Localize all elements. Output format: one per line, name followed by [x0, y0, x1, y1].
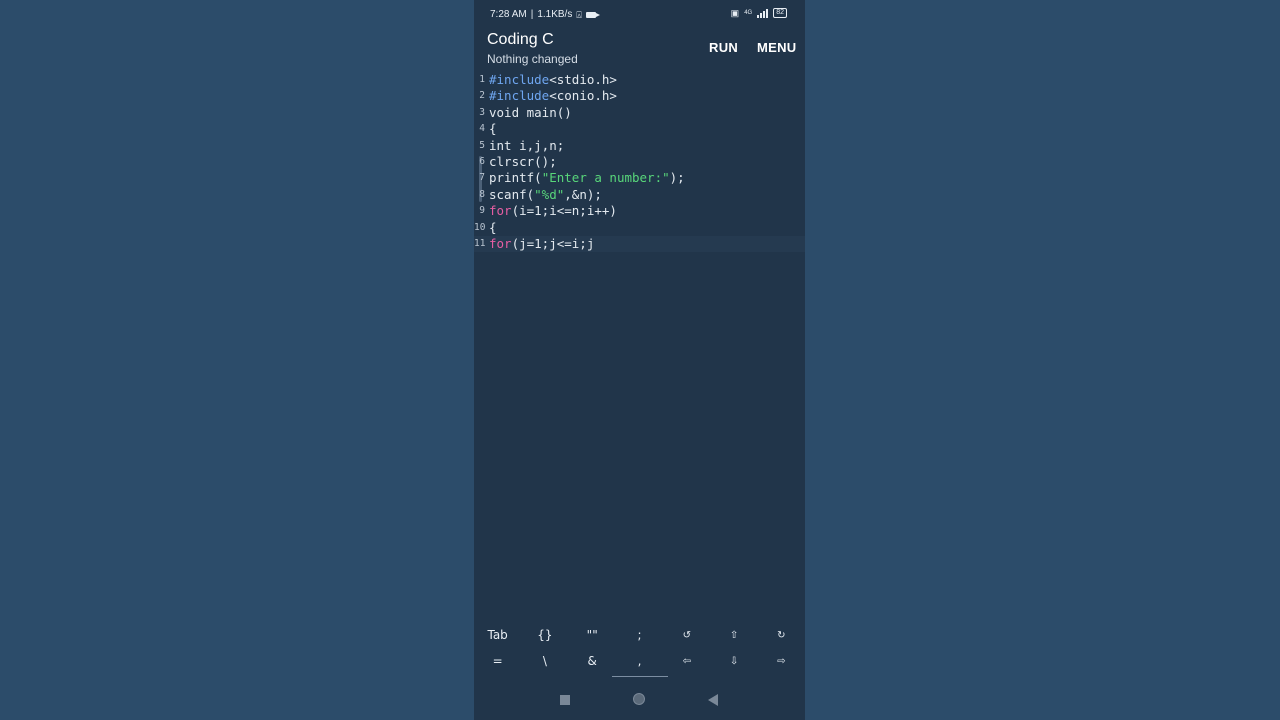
extra-key[interactable]: {}: [521, 622, 568, 648]
code-line[interactable]: 6 clrscr();: [474, 154, 805, 170]
extra-key[interactable]: ↻: [758, 622, 805, 648]
extra-key[interactable]: ⇦: [663, 648, 710, 674]
line-number: 10: [474, 221, 486, 233]
system-nav-bar: [474, 680, 805, 720]
extra-key[interactable]: ;: [616, 622, 663, 648]
battery-icon: 82: [773, 8, 787, 18]
status-left: 7:28 AM | 1.1KB/s ⍓: [490, 9, 600, 20]
code-line[interactable]: 2 #include<conio.h>: [474, 88, 805, 104]
code-token: for: [489, 235, 512, 251]
line-number: 7: [479, 172, 485, 184]
code-token: {: [489, 219, 497, 235]
line-number: 11: [474, 237, 486, 249]
line-number: 1: [479, 74, 485, 85]
line-number: 4: [479, 123, 485, 135]
extra-key[interactable]: =: [474, 648, 521, 674]
code-token: ,&n);: [564, 186, 602, 202]
code-token: #include: [489, 88, 550, 104]
code-text: for(j=1;j<=i;j: [489, 236, 594, 252]
code-token: int i,j,n;: [489, 137, 565, 153]
network-type-label: 4G: [744, 10, 753, 16]
code-text: scanf("%d",&n);: [489, 187, 602, 203]
code-token: (j=1;j<=i;j: [511, 235, 595, 251]
extra-key[interactable]: Tab: [474, 622, 521, 648]
code-text: clrscr();: [489, 154, 557, 170]
extra-keys-row-1: Tab{} ""; ↺ ⇧ ↻: [474, 622, 805, 648]
code-token: for: [489, 203, 512, 219]
line-number: 9: [479, 205, 485, 217]
extra-key[interactable]: ⇧: [710, 622, 757, 648]
phone-screen: 7:28 AM | 1.1KB/s ⍓ ▣ 4G 82 Coding C Not…: [474, 0, 805, 720]
file-status: Nothing changed: [487, 52, 578, 66]
code-token: (i=1;i<=n;i++): [511, 203, 617, 219]
extra-keys-row-2: = \ &, ⇦ ⇩ ⇨: [474, 648, 805, 674]
code-token: void main(): [489, 104, 572, 120]
menu-button[interactable]: MENU: [757, 40, 796, 55]
code-line[interactable]: 4{: [474, 121, 805, 137]
code-token: #include: [489, 72, 550, 87]
network-speed: 1.1KB/s: [537, 9, 573, 20]
status-time: 7:28 AM: [490, 9, 527, 20]
line-number: 8: [479, 188, 485, 200]
code-text: {: [489, 220, 497, 236]
extra-key[interactable]: &: [569, 648, 616, 674]
code-text: for(i=1;i<=n;i++): [489, 203, 617, 219]
code-text: #include<conio.h>: [489, 88, 617, 104]
line-number: 5: [479, 139, 485, 151]
code-text: void main(): [489, 105, 572, 121]
code-line[interactable]: 3 void main(): [474, 105, 805, 121]
extra-key[interactable]: ⇩: [710, 648, 757, 674]
code-text: int i,j,n;: [489, 138, 564, 154]
status-separator: |: [530, 9, 534, 20]
code-line[interactable]: 11 for(j=1;j<=i;j: [474, 235, 805, 253]
status-bar: 7:28 AM | 1.1KB/s ⍓ ▣ 4G 82: [474, 0, 805, 28]
key-underline: [612, 676, 640, 677]
extra-key[interactable]: "": [569, 622, 616, 648]
extra-keys-bar: Tab{} ""; ↺ ⇧ ↻ = \ &, ⇦ ⇩ ⇨: [474, 622, 805, 678]
line-number: 3: [479, 106, 485, 118]
code-token: );: [669, 170, 685, 186]
back-button[interactable]: [708, 694, 718, 706]
line-number: 2: [479, 90, 485, 102]
code-token: <stdio.h>: [549, 72, 617, 87]
home-button[interactable]: [633, 693, 645, 705]
code-line[interactable]: 8 scanf("%d",&n);: [474, 187, 805, 203]
app-toolbar: Coding C Nothing changed RUN MENU: [474, 28, 805, 70]
code-text: printf("Enter a number:");: [489, 170, 685, 186]
extra-key[interactable]: ,: [616, 648, 663, 674]
code-token: <conio.h>: [549, 88, 617, 104]
recents-button[interactable]: [560, 695, 570, 705]
run-button[interactable]: RUN: [709, 40, 738, 55]
code-token: scanf(: [489, 186, 535, 202]
app-title: Coding C: [487, 31, 554, 48]
vibrate-icon: ▣: [730, 8, 740, 18]
extra-key[interactable]: \: [521, 648, 568, 674]
code-line[interactable]: 1 #include<stdio.h>: [474, 72, 805, 88]
video-record-icon: [585, 11, 600, 18]
code-token: clrscr();: [489, 153, 557, 169]
key-underline: [640, 676, 668, 677]
extra-key[interactable]: ↺: [663, 622, 710, 648]
code-token: printf(: [489, 170, 542, 186]
status-right: ▣ 4G 82: [731, 8, 787, 18]
notification-icon: ⍓: [576, 9, 582, 20]
code-text: {: [489, 121, 497, 137]
code-line[interactable]: 9 for(i=1;i<=n;i++): [474, 203, 805, 219]
code-token: {: [489, 121, 497, 137]
line-number: 6: [479, 155, 485, 167]
code-line[interactable]: 5 int i,j,n;: [474, 138, 805, 154]
extra-key[interactable]: ⇨: [758, 648, 805, 674]
code-line[interactable]: 7 printf("Enter a number:");: [474, 170, 805, 186]
code-text: #include<stdio.h>: [489, 72, 617, 88]
code-token: "%d": [534, 186, 565, 202]
signal-icon: [757, 8, 769, 18]
code-editor[interactable]: 1 #include<stdio.h> 2 #include<conio.h> 3 voi…: [474, 72, 805, 620]
code-line[interactable]: 10{: [474, 220, 805, 236]
code-token: "Enter a number:": [541, 170, 670, 186]
